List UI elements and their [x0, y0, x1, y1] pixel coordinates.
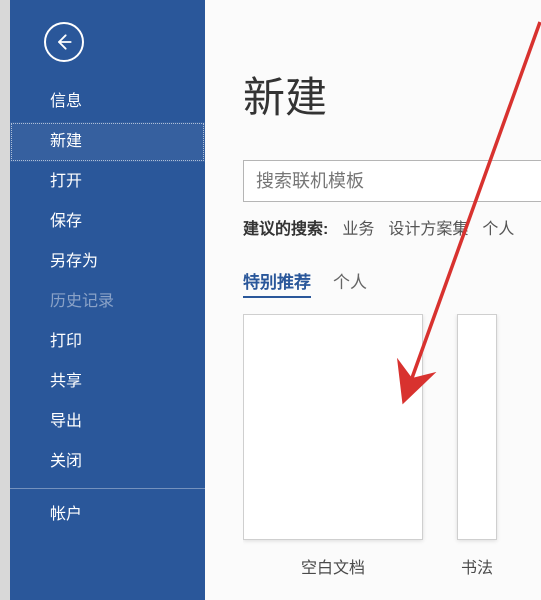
template-thumbnail [243, 314, 423, 540]
suggested-link-1[interactable]: 业务 [342, 215, 374, 239]
menu-save[interactable]: 保存 [10, 202, 205, 242]
template-tabs: 特别推荐 个人 [243, 268, 367, 298]
backstage-menu: 信息 新建 打开 保存 另存为 历史记录 打印 共享 导出 关闭 帐户 [10, 82, 205, 535]
suggested-label: 建议的搜索: [243, 215, 328, 239]
menu-open[interactable]: 打开 [10, 162, 205, 202]
back-button[interactable] [44, 22, 84, 62]
backstage-sidebar: 信息 新建 打开 保存 另存为 历史记录 打印 共享 导出 关闭 帐户 [10, 0, 205, 600]
template-thumbnail [457, 314, 497, 540]
menu-account[interactable]: 帐户 [10, 495, 205, 535]
tab-personal[interactable]: 个人 [333, 268, 367, 298]
template-search-input[interactable] [244, 161, 541, 201]
menu-share[interactable]: 共享 [10, 362, 205, 402]
template-label: 书法 [461, 554, 493, 578]
menu-info[interactable]: 信息 [10, 82, 205, 122]
menu-new[interactable]: 新建 [10, 122, 205, 162]
template-blank-document[interactable]: 空白文档 [243, 314, 423, 578]
suggested-link-2[interactable]: 设计方案集 [388, 215, 468, 239]
arrow-left-icon [54, 32, 74, 52]
page-title: 新建 [243, 64, 327, 125]
template-gallery: 空白文档 书法 [243, 314, 541, 578]
menu-export[interactable]: 导出 [10, 402, 205, 442]
menu-print[interactable]: 打印 [10, 322, 205, 362]
template-search-box[interactable] [243, 160, 541, 202]
menu-close[interactable]: 关闭 [10, 442, 205, 482]
template-item-2[interactable]: 书法 [457, 314, 497, 578]
suggested-searches: 建议的搜索: 业务 设计方案集 个人 [243, 215, 541, 239]
main-pane: 新建 建议的搜索: 业务 设计方案集 个人 特别推荐 个人 空白文档 书法 [205, 0, 541, 600]
tab-featured[interactable]: 特别推荐 [243, 268, 311, 298]
template-label: 空白文档 [301, 554, 365, 578]
menu-saveas[interactable]: 另存为 [10, 242, 205, 282]
suggested-link-3[interactable]: 个人 [482, 215, 514, 239]
app-frame: 信息 新建 打开 保存 另存为 历史记录 打印 共享 导出 关闭 帐户 新建 建… [10, 0, 541, 600]
menu-divider [10, 488, 205, 489]
menu-history: 历史记录 [10, 282, 205, 322]
